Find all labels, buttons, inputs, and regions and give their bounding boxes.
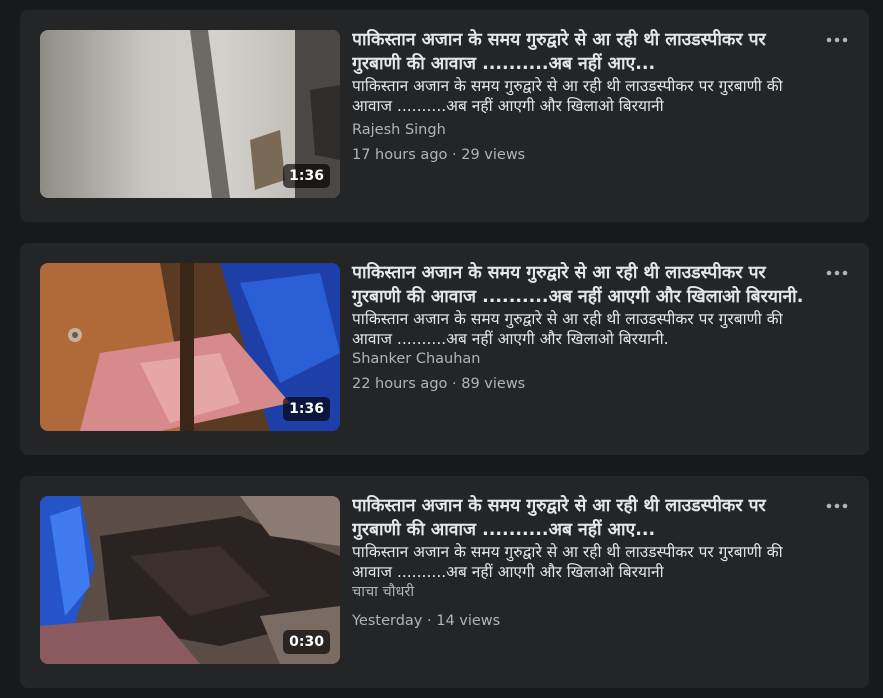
post-info: पाकिस्तान अजान के समय गुरुद्वारे से आ रह…	[352, 494, 809, 631]
post-description: पाकिस्तान अजान के समय गुरुद्वारे से आ रह…	[352, 543, 783, 581]
video-thumbnail[interactable]: 1:36	[40, 30, 340, 198]
post-info: पाकिस्तान अजान के समय गुरुद्वारे से आ रह…	[352, 261, 809, 394]
more-options-icon[interactable]	[825, 265, 849, 281]
post-meta: Yesterday · 14 views	[352, 613, 501, 629]
post-author[interactable]: Rajesh Singh	[352, 120, 809, 140]
post-title[interactable]: पाकिस्तान अजान के समय गुरुद्वारे से आ रह…	[352, 494, 809, 542]
video-thumbnail[interactable]: 1:36	[40, 263, 340, 431]
video-duration: 1:36	[283, 397, 330, 421]
more-options-icon[interactable]	[825, 498, 849, 514]
post-meta: 22 hours ago · 89 views	[352, 376, 526, 392]
post-author[interactable]: Shanker Chauhan	[352, 349, 809, 369]
video-thumbnail[interactable]: 0:30	[40, 496, 340, 664]
post-author[interactable]: चाचा चौधरी	[352, 582, 809, 602]
post-meta: 17 hours ago · 29 views	[352, 147, 526, 163]
more-options-icon[interactable]	[825, 32, 849, 48]
video-post-card: 0:30 पाकिस्तान अजान के समय गुरुद्वारे से…	[20, 476, 869, 688]
video-duration: 0:30	[283, 630, 330, 654]
post-title[interactable]: पाकिस्तान अजान के समय गुरुद्वारे से आ रह…	[352, 261, 809, 309]
video-duration: 1:36	[283, 164, 330, 188]
post-description: पाकिस्तान अजान के समय गुरुद्वारे से आ रह…	[352, 77, 783, 115]
post-title[interactable]: पाकिस्तान अजान के समय गुरुद्वारे से आ रह…	[352, 28, 809, 76]
video-post-card: 1:36 पाकिस्तान अजान के समय गुरुद्वारे से…	[20, 10, 869, 222]
video-post-card: 1:36 पाकिस्तान अजान के समय गुरुद्वारे से…	[20, 243, 869, 455]
post-info: पाकिस्तान अजान के समय गुरुद्वारे से आ रह…	[352, 28, 809, 165]
video-feed: 1:36 पाकिस्तान अजान के समय गुरुद्वारे से…	[0, 0, 883, 698]
post-description: पाकिस्तान अजान के समय गुरुद्वारे से आ रह…	[352, 310, 783, 348]
